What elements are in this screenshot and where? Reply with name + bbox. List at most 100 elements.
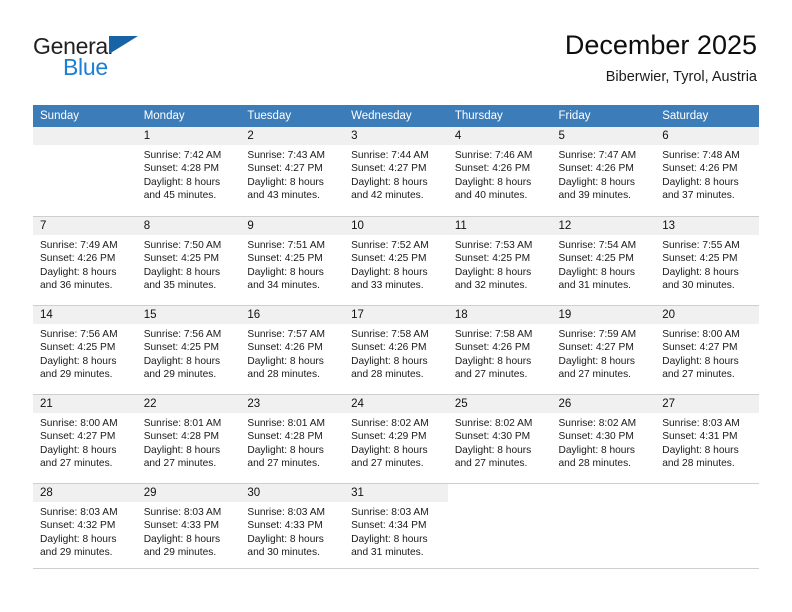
- calendar-day-cell[interactable]: 13 Sunrise: 7:55 AM Sunset: 4:25 PM Dayligh…: [655, 216, 759, 305]
- day-details: Sunrise: 7:53 AM Sunset: 4:25 PM Daylight:…: [448, 235, 552, 292]
- sunrise-text: Sunrise: 7:42 AM: [143, 150, 222, 161]
- daylight-text: Daylight: 8 hours: [247, 355, 324, 367]
- calendar-day-cell[interactable]: 3 Sunrise: 7:44 AM Sunset: 4:27 PM Daylight…: [344, 127, 448, 216]
- daylight-text-cont: and 28 minutes.: [662, 457, 735, 469]
- daylight-text: Daylight: 8 hours: [247, 444, 324, 456]
- calendar-day-cell[interactable]: 30 Sunrise: 8:03 AM Sunset: 4:33 PM Dayligh…: [240, 483, 345, 572]
- sunset-text: Sunset: 4:31 PM: [662, 431, 738, 443]
- calendar-day-cell[interactable]: 19 Sunrise: 7:59 AM Sunset: 4:27 PM Dayligh…: [551, 305, 656, 394]
- day-number: 12: [551, 217, 656, 235]
- calendar-day-cell[interactable]: 21 Sunrise: 8:00 AM Sunset: 4:27 PM Dayligh…: [33, 394, 137, 483]
- calendar-day-cell[interactable]: 8 Sunrise: 7:50 AM Sunset: 4:25 PM Daylight…: [136, 216, 241, 305]
- day-number: 26: [551, 395, 656, 413]
- daylight-text-cont: and 27 minutes.: [454, 457, 528, 469]
- day-cell-inner: 20 Sunrise: 8:00 AM Sunset: 4:27 PM Dayligh…: [655, 305, 759, 394]
- day-cell-inner: 23 Sunrise: 8:01 AM Sunset: 4:28 PM Dayligh…: [240, 394, 345, 483]
- day-cell-inner: 24 Sunrise: 8:02 AM Sunset: 4:29 PM Dayligh…: [344, 394, 448, 483]
- sunrise-text: Sunrise: 7:55 AM: [662, 240, 740, 251]
- day-cell-inner: [33, 127, 137, 216]
- day-number: 16: [240, 306, 345, 324]
- calendar-day-cell[interactable]: 4 Sunrise: 7:46 AM Sunset: 4:26 PM Daylight…: [447, 127, 552, 216]
- calendar-day-cell[interactable]: 5 Sunrise: 7:47 AM Sunset: 4:26 PM Daylight…: [551, 127, 656, 216]
- daylight-text-cont: and 37 minutes.: [662, 189, 735, 201]
- daylight-text-cont: and 27 minutes.: [143, 457, 217, 469]
- weekday-header-row: Sunday Monday Tuesday Wednesday Thursday…: [33, 105, 759, 127]
- sunrise-text: Sunrise: 7:52 AM: [351, 240, 429, 251]
- triangle-icon: [109, 36, 138, 54]
- day-cell-inner: [551, 483, 656, 572]
- calendar-day-cell[interactable]: 28 Sunrise: 8:03 AM Sunset: 4:32 PM Dayligh…: [33, 483, 137, 572]
- sunset-text: Sunset: 4:28 PM: [143, 163, 220, 175]
- calendar-day-cell[interactable]: 14 Sunrise: 7:56 AM Sunset: 4:25 PM Dayligh…: [33, 305, 137, 394]
- day-number: 27: [655, 395, 759, 413]
- sunset-text: Sunset: 4:30 PM: [454, 431, 531, 443]
- sunrise-text: Sunrise: 7:46 AM: [454, 150, 533, 161]
- calendar-day-cell[interactable]: 23 Sunrise: 8:01 AM Sunset: 4:28 PM Dayligh…: [240, 394, 345, 483]
- day-number: 4: [447, 127, 552, 145]
- calendar-day-cell[interactable]: 26 Sunrise: 8:02 AM Sunset: 4:30 PM Dayligh…: [551, 394, 656, 483]
- calendar-day-cell[interactable]: 20 Sunrise: 8:00 AM Sunset: 4:27 PM Dayligh…: [655, 305, 759, 394]
- day-cell-inner: 16 Sunrise: 7:57 AM Sunset: 4:26 PM Dayligh…: [240, 305, 345, 394]
- calendar-day-cell[interactable]: 27 Sunrise: 8:03 AM Sunset: 4:31 PM Dayligh…: [655, 394, 759, 483]
- calendar-day-cell[interactable]: 9 Sunrise: 7:51 AM Sunset: 4:25 PM Daylight…: [240, 216, 345, 305]
- calendar-day-cell[interactable]: 17 Sunrise: 7:58 AM Sunset: 4:26 PM Dayligh…: [344, 305, 448, 394]
- sunrise-text: Sunrise: 7:51 AM: [247, 240, 325, 251]
- calendar-day-cell[interactable]: 25 Sunrise: 8:02 AM Sunset: 4:30 PM Dayligh…: [447, 394, 552, 483]
- day-number: 11: [447, 217, 552, 235]
- calendar-day-cell[interactable]: 1 Sunrise: 7:42 AM Sunset: 4:28 PM Daylight…: [136, 127, 241, 216]
- day-details: Sunrise: 7:55 AM Sunset: 4:25 PM Daylight:…: [655, 235, 759, 292]
- day-cell-inner: 12 Sunrise: 7:54 AM Sunset: 4:25 PM Dayligh…: [551, 216, 656, 305]
- day-cell-inner: 25 Sunrise: 8:02 AM Sunset: 4:30 PM Dayligh…: [447, 394, 552, 483]
- day-details: Sunrise: 7:58 AM Sunset: 4:26 PM Daylight:…: [344, 324, 448, 381]
- day-number: 8: [136, 217, 241, 235]
- daylight-text-cont: and 33 minutes.: [351, 279, 424, 291]
- daylight-text-cont: and 34 minutes.: [247, 279, 320, 291]
- day-details: Sunrise: 7:44 AM Sunset: 4:27 PM Daylight:…: [344, 145, 448, 202]
- day-cell-inner: 6 Sunrise: 7:48 AM Sunset: 4:26 PM Daylight…: [655, 127, 759, 216]
- calendar-day-cell[interactable]: 10 Sunrise: 7:52 AM Sunset: 4:25 PM Dayligh…: [344, 216, 448, 305]
- calendar-day-cell[interactable]: 24 Sunrise: 8:02 AM Sunset: 4:29 PM Dayligh…: [344, 394, 448, 483]
- calendar-day-cell[interactable]: 29 Sunrise: 8:03 AM Sunset: 4:33 PM Dayligh…: [136, 483, 241, 572]
- daylight-text-cont: and 45 minutes.: [143, 189, 217, 201]
- sunset-text: Sunset: 4:27 PM: [351, 163, 427, 175]
- sunset-text: Sunset: 4:33 PM: [143, 520, 220, 532]
- calendar-day-cell[interactable]: 16 Sunrise: 7:57 AM Sunset: 4:26 PM Dayligh…: [240, 305, 345, 394]
- sunrise-text: Sunrise: 7:50 AM: [143, 240, 222, 251]
- day-cell-inner: 9 Sunrise: 7:51 AM Sunset: 4:25 PM Daylight…: [240, 216, 345, 305]
- calendar-day-cell[interactable]: 12 Sunrise: 7:54 AM Sunset: 4:25 PM Dayligh…: [551, 216, 656, 305]
- day-details: Sunrise: 8:01 AM Sunset: 4:28 PM Daylight:…: [240, 413, 344, 470]
- sunset-text: Sunset: 4:27 PM: [40, 431, 116, 443]
- sunrise-text: Sunrise: 8:03 AM: [143, 507, 222, 518]
- day-details: Sunrise: 7:57 AM Sunset: 4:26 PM Daylight:…: [240, 324, 344, 381]
- sunset-text: Sunset: 4:26 PM: [247, 342, 323, 354]
- daylight-text-cont: and 27 minutes.: [558, 368, 632, 380]
- daylight-text-cont: and 36 minutes.: [40, 279, 113, 291]
- day-details: Sunrise: 8:03 AM Sunset: 4:32 PM Daylight:…: [33, 502, 137, 559]
- day-number: 5: [551, 127, 656, 145]
- day-cell-inner: 10 Sunrise: 7:52 AM Sunset: 4:25 PM Dayligh…: [344, 216, 448, 305]
- calendar-day-cell[interactable]: 15 Sunrise: 7:56 AM Sunset: 4:25 PM Dayligh…: [136, 305, 241, 394]
- calendar-day-cell[interactable]: 2 Sunrise: 7:43 AM Sunset: 4:27 PM Daylight…: [240, 127, 345, 216]
- calendar-day-cell[interactable]: 18 Sunrise: 7:58 AM Sunset: 4:26 PM Dayligh…: [447, 305, 552, 394]
- daylight-text-cont: and 27 minutes.: [351, 457, 424, 469]
- sunset-text: Sunset: 4:27 PM: [558, 342, 634, 354]
- daylight-text-cont: and 28 minutes.: [351, 368, 424, 380]
- sunset-text: Sunset: 4:26 PM: [454, 342, 531, 354]
- calendar-day-cell[interactable]: 7 Sunrise: 7:49 AM Sunset: 4:26 PM Daylight…: [33, 216, 137, 305]
- calendar-day-cell[interactable]: 22 Sunrise: 8:01 AM Sunset: 4:28 PM Dayligh…: [136, 394, 241, 483]
- sunset-text: Sunset: 4:25 PM: [143, 342, 220, 354]
- sunset-text: Sunset: 4:26 PM: [351, 342, 427, 354]
- day-cell-inner: 17 Sunrise: 7:58 AM Sunset: 4:26 PM Dayligh…: [344, 305, 448, 394]
- sunset-text: Sunset: 4:26 PM: [454, 163, 531, 175]
- calendar-day-cell[interactable]: 11 Sunrise: 7:53 AM Sunset: 4:25 PM Dayligh…: [447, 216, 552, 305]
- weekday-header-monday: Monday: [136, 105, 241, 127]
- calendar-day-cell[interactable]: 6 Sunrise: 7:48 AM Sunset: 4:26 PM Daylight…: [655, 127, 759, 216]
- daylight-text-cont: and 31 minutes.: [558, 279, 632, 291]
- day-number: 23: [240, 395, 345, 413]
- day-details: Sunrise: 8:03 AM Sunset: 4:31 PM Daylight:…: [655, 413, 759, 470]
- daylight-text-cont: and 27 minutes.: [662, 368, 735, 380]
- day-number: 30: [240, 484, 345, 502]
- sunrise-text: Sunrise: 8:00 AM: [40, 418, 118, 429]
- calendar-day-cell[interactable]: 31 Sunrise: 8:03 AM Sunset: 4:34 PM Dayligh…: [344, 483, 448, 572]
- daylight-text: Daylight: 8 hours: [662, 176, 739, 188]
